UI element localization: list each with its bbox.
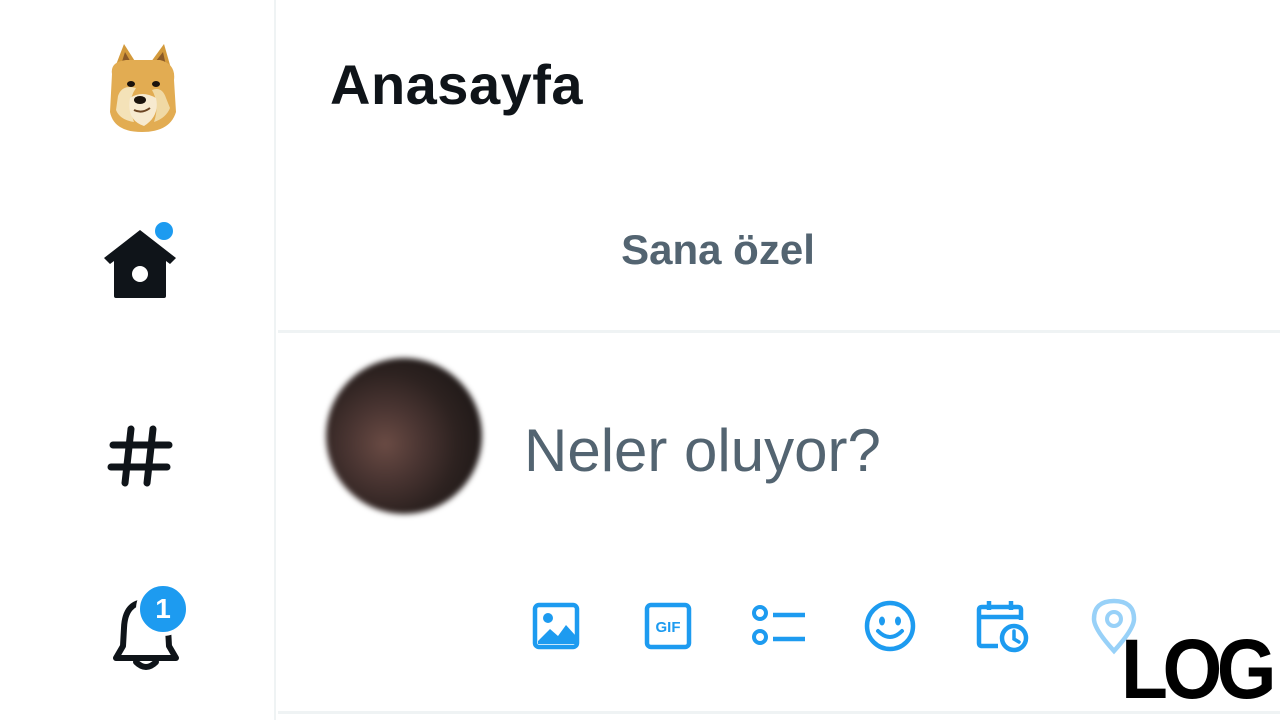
page-title: Anasayfa bbox=[330, 53, 584, 116]
hashtag-icon bbox=[107, 423, 173, 494]
compose-toolbar: GIF bbox=[526, 598, 1166, 662]
media-button[interactable] bbox=[526, 598, 586, 658]
gif-icon: GIF bbox=[643, 601, 693, 656]
tab-divider bbox=[278, 330, 1280, 333]
watermark-text: LOG bbox=[1121, 632, 1272, 704]
log-watermark: LOG bbox=[1120, 622, 1279, 716]
poll-icon bbox=[751, 601, 807, 656]
sidebar-nav: 1 bbox=[0, 0, 276, 720]
gif-button[interactable]: GIF bbox=[638, 598, 698, 658]
avatar[interactable] bbox=[326, 358, 482, 514]
composer-divider bbox=[278, 711, 1280, 714]
compose-input[interactable] bbox=[524, 410, 1164, 490]
home-unread-dot bbox=[152, 219, 176, 243]
explore-nav-button[interactable] bbox=[96, 410, 184, 506]
gif-label: GIF bbox=[656, 619, 681, 636]
emoji-icon bbox=[863, 599, 917, 658]
emoji-button[interactable] bbox=[860, 598, 920, 658]
doge-logo-icon[interactable] bbox=[104, 40, 180, 136]
tab-for-you[interactable]: Sana özel bbox=[508, 222, 928, 278]
notifications-count-badge: 1 bbox=[136, 582, 190, 636]
image-icon bbox=[531, 601, 581, 656]
schedule-button[interactable] bbox=[972, 598, 1032, 658]
main-column: Anasayfa Sana özel GIF bbox=[278, 0, 1280, 720]
schedule-icon bbox=[974, 598, 1030, 659]
poll-button[interactable] bbox=[749, 598, 809, 658]
